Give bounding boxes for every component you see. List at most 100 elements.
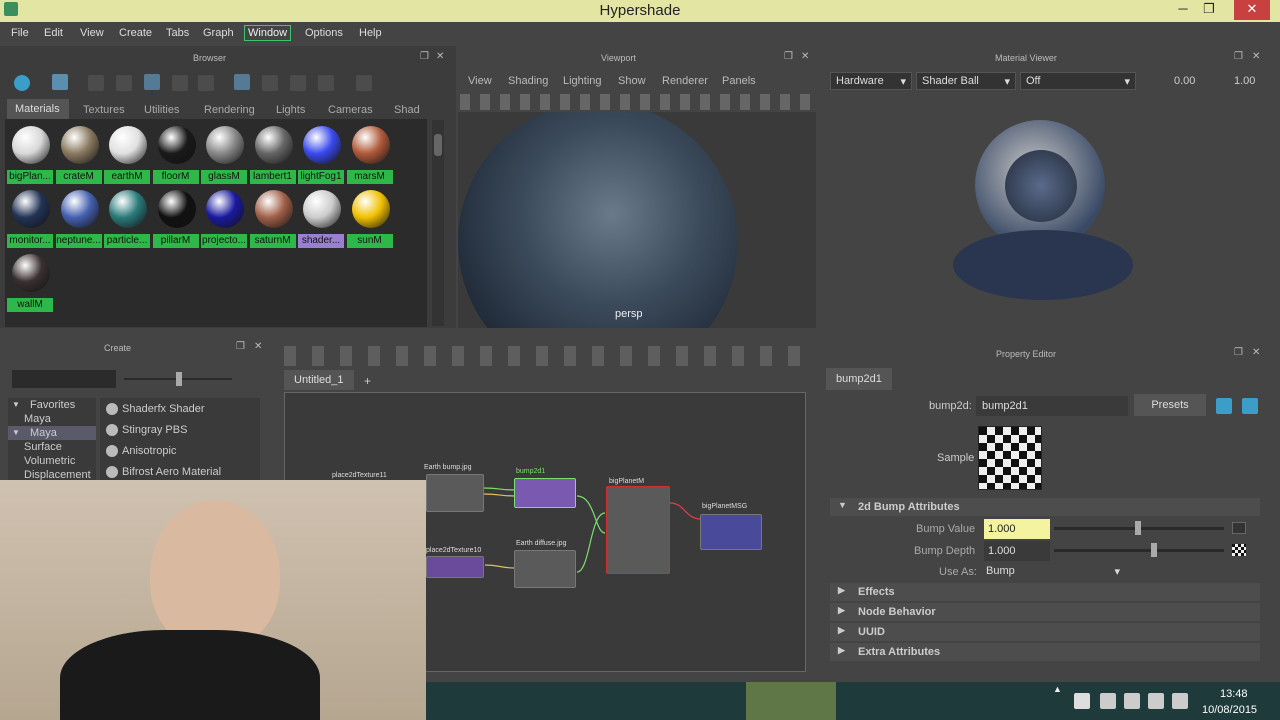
grid-view-icon[interactable] (52, 74, 68, 90)
material-swatch[interactable]: earthM (104, 122, 150, 184)
viewport-toolbar[interactable] (460, 94, 815, 110)
tree-surface[interactable]: Surface (24, 441, 62, 453)
tab-rendering[interactable]: Rendering (204, 104, 255, 116)
large-icon[interactable] (172, 75, 188, 91)
clock-time[interactable]: 13:48 (1220, 688, 1248, 700)
material-swatch[interactable]: marsM (346, 122, 393, 184)
material-swatch[interactable]: neptune... (55, 186, 102, 248)
node-bigplanetmsg[interactable] (700, 514, 762, 550)
node-bump2d[interactable] (514, 478, 576, 508)
node-place2d10[interactable] (426, 556, 484, 578)
panel-close-icon[interactable]: ✕ (801, 51, 809, 62)
material-swatch[interactable]: pillarM (152, 186, 199, 248)
slider-handle[interactable] (1135, 521, 1141, 535)
windows-icon[interactable] (1074, 693, 1090, 709)
network-icon[interactable] (1148, 693, 1164, 709)
create-item[interactable]: Stingray PBS (122, 424, 187, 436)
sort-time-icon[interactable] (290, 75, 306, 91)
menu-edit[interactable]: Edit (44, 27, 63, 39)
tab-textures[interactable]: Textures (83, 104, 125, 116)
presets-button[interactable]: Presets (1134, 394, 1206, 416)
material-swatch[interactable]: floorM (152, 122, 199, 184)
clock-date[interactable]: 10/08/2015 (1202, 704, 1257, 716)
panel-close-icon[interactable]: ✕ (436, 51, 444, 62)
material-swatch[interactable]: lightFog1 (298, 122, 344, 184)
scrollbar[interactable] (432, 120, 444, 326)
node-editor-toolbar[interactable] (284, 346, 814, 366)
menu-window[interactable]: Window (244, 25, 292, 41)
toggle-icon[interactable] (14, 75, 30, 91)
vp-menu-lighting[interactable]: Lighting (563, 75, 602, 87)
slider-handle[interactable] (1151, 543, 1157, 557)
menu-graph[interactable]: Graph (203, 27, 234, 39)
float-icon[interactable]: ❐ (420, 51, 429, 62)
renderer-select[interactable]: Hardware ▾ (830, 72, 912, 90)
panel-close-icon[interactable]: ✕ (1252, 347, 1260, 358)
material-swatch[interactable]: shader... (298, 186, 344, 248)
search-icon[interactable] (356, 75, 372, 91)
material-swatch[interactable]: lambert1 (249, 122, 296, 184)
bump-depth-field[interactable]: 1.000 (984, 541, 1050, 561)
tab-utilities[interactable]: Utilities (144, 104, 179, 116)
create-item[interactable]: Shaderfx Shader (122, 403, 205, 415)
show-icon[interactable] (1216, 398, 1232, 414)
gamma-value[interactable]: 1.00 (1234, 75, 1255, 87)
exposure-value[interactable]: 0.00 (1174, 75, 1195, 87)
material-swatch[interactable]: glassM (201, 122, 247, 184)
section-uuid[interactable]: ▶ UUID (830, 623, 1260, 641)
float-icon[interactable]: ❐ (784, 51, 793, 62)
section-2d-bump[interactable]: ▼ 2d Bump Attributes (830, 498, 1260, 516)
node-earth-bump[interactable] (426, 474, 484, 512)
material-swatch[interactable]: crateM (55, 122, 102, 184)
scrollbar-thumb[interactable] (434, 134, 442, 156)
map-button-icon[interactable] (1232, 522, 1246, 534)
close-button[interactable]: ✕ (1234, 0, 1270, 20)
material-swatch[interactable]: particle... (104, 186, 150, 248)
vp-menu-show[interactable]: Show (618, 75, 646, 87)
graph-tab[interactable]: Untitled_1 (284, 370, 354, 390)
chevron-down-icon[interactable]: ▼ (12, 400, 20, 409)
bump-value-field[interactable]: 1.000 (984, 519, 1050, 539)
vp-menu-renderer[interactable]: Renderer (662, 75, 708, 87)
panel-close-icon[interactable]: ✕ (1252, 51, 1260, 62)
list-icon[interactable] (88, 75, 104, 91)
refresh-icon[interactable] (318, 75, 334, 91)
menu-tabs[interactable]: Tabs (166, 27, 189, 39)
small-icon[interactable] (116, 75, 132, 91)
minimize-button[interactable]: ─ (1170, 0, 1196, 20)
checker-icon[interactable] (1232, 544, 1246, 556)
float-icon[interactable]: ❐ (236, 341, 245, 352)
vp-menu-view[interactable]: View (468, 75, 492, 87)
node-bigplanetm[interactable] (606, 486, 670, 574)
material-swatch[interactable]: monitor... (7, 186, 53, 248)
material-swatch[interactable]: sunM (346, 186, 393, 248)
medium-icon[interactable] (144, 74, 160, 90)
float-icon[interactable]: ❐ (1234, 51, 1243, 62)
create-item[interactable]: Bifrost Aero Material (122, 466, 221, 478)
vp-menu-shading[interactable]: Shading (508, 75, 548, 87)
material-swatch[interactable]: bigPlan... (7, 122, 53, 184)
tree-maya-2[interactable]: Maya (30, 427, 57, 439)
menu-help[interactable]: Help (359, 27, 382, 39)
hide-icon[interactable] (1242, 398, 1258, 414)
vp-menu-panels[interactable]: Panels (722, 75, 756, 87)
sort-type-icon[interactable] (262, 75, 278, 91)
sort-name-icon[interactable] (234, 74, 250, 90)
material-swatch[interactable]: wallM (7, 250, 53, 312)
menu-file[interactable]: File (11, 27, 29, 39)
section-extra-attributes[interactable]: ▶ Extra Attributes (830, 643, 1260, 661)
battery-icon[interactable] (1124, 693, 1140, 709)
slider-handle[interactable] (176, 372, 182, 386)
viewport-3d[interactable]: persp (458, 112, 816, 328)
maximize-button[interactable]: ❐ (1196, 0, 1222, 20)
xlarge-icon[interactable] (198, 75, 214, 91)
create-item[interactable]: Anisotropic (122, 445, 176, 457)
tree-favorites[interactable]: Favorites (30, 399, 75, 411)
bump-depth-slider[interactable] (1054, 549, 1224, 552)
menu-view[interactable]: View (80, 27, 104, 39)
tab-shad[interactable]: Shad (394, 104, 420, 116)
create-search-input[interactable] (12, 370, 116, 388)
volume-icon[interactable] (1172, 693, 1188, 709)
tab-cameras[interactable]: Cameras (328, 104, 373, 116)
flag-icon[interactable] (1100, 693, 1116, 709)
